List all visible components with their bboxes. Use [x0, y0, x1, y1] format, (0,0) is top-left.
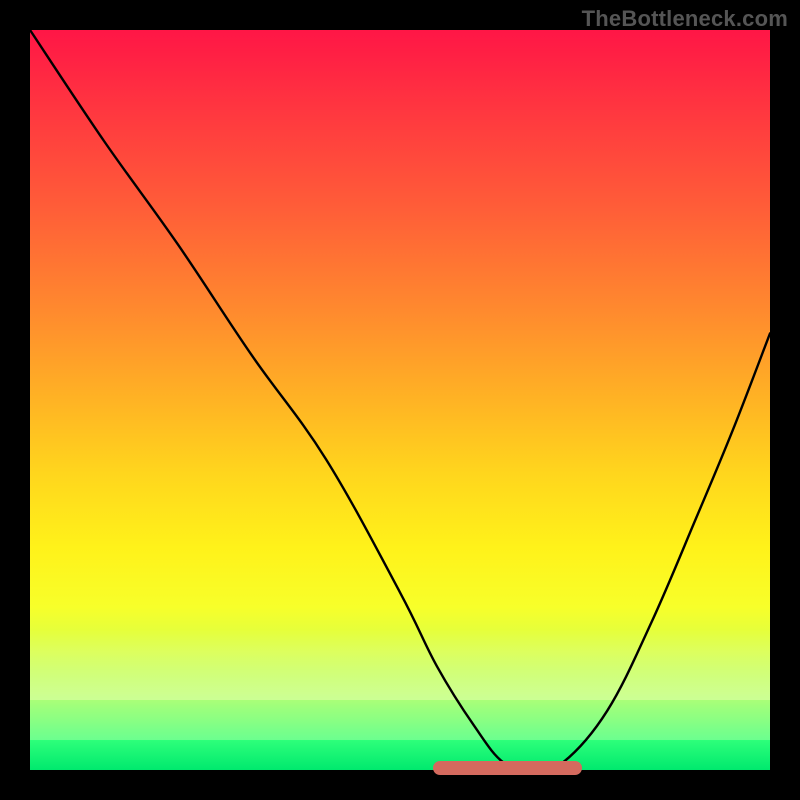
chart-frame: TheBottleneck.com	[0, 0, 800, 800]
bottleneck-curve	[30, 30, 770, 770]
optimal-range-marker	[433, 761, 582, 775]
plot-area	[30, 30, 770, 770]
watermark-text: TheBottleneck.com	[582, 6, 788, 32]
